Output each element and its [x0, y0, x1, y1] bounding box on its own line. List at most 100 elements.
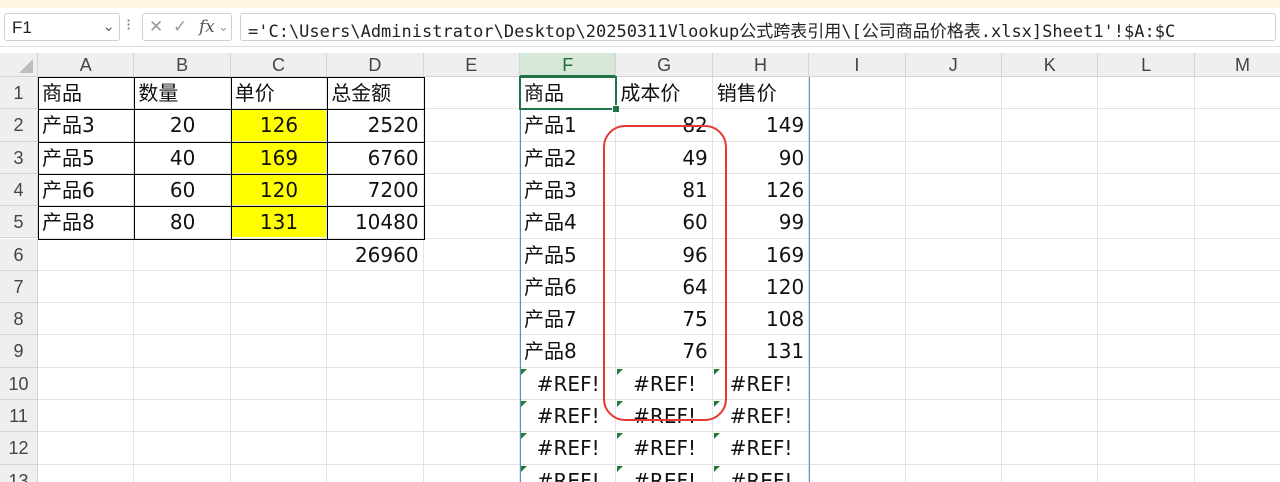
- cell-f4[interactable]: 产品3: [520, 174, 616, 206]
- error-indicator-icon: [521, 465, 527, 472]
- column-header-j[interactable]: J: [905, 53, 1002, 77]
- cell-h12[interactable]: #REF!: [713, 432, 809, 464]
- cell-f6[interactable]: 产品5: [520, 239, 616, 271]
- cell-d1[interactable]: 总金额: [327, 77, 423, 109]
- cell-g9[interactable]: 76: [616, 335, 712, 367]
- column-header-a[interactable]: A: [38, 53, 135, 77]
- cell-c3[interactable]: 169: [231, 142, 327, 174]
- cell-h9[interactable]: 131: [713, 335, 809, 367]
- cell-f1[interactable]: 商品: [520, 77, 616, 109]
- row-header-2[interactable]: 2: [0, 109, 38, 142]
- cell-f7[interactable]: 产品6: [520, 271, 616, 303]
- cell-h1[interactable]: 销售价: [713, 77, 809, 109]
- more-options-icon[interactable]: ⁝: [126, 15, 131, 34]
- row-header-1[interactable]: 1: [0, 77, 38, 110]
- row-header-8[interactable]: 8: [0, 303, 38, 336]
- cell-f12[interactable]: #REF!: [520, 432, 616, 464]
- cell-f11[interactable]: #REF!: [520, 400, 616, 432]
- cell-g12[interactable]: #REF!: [616, 432, 712, 464]
- cell-g11[interactable]: #REF!: [616, 400, 712, 432]
- cell-a2[interactable]: 产品3: [38, 109, 134, 141]
- cell-d4[interactable]: 7200: [327, 174, 423, 206]
- cell-c5[interactable]: 131: [231, 206, 327, 238]
- cell-a5[interactable]: 产品8: [38, 206, 134, 238]
- cell-g3[interactable]: 49: [616, 142, 712, 174]
- cell-b4[interactable]: 60: [134, 174, 230, 206]
- cell-h6[interactable]: 169: [713, 239, 809, 271]
- cell-h2[interactable]: 149: [713, 109, 809, 141]
- row-header-6[interactable]: 6: [0, 238, 38, 271]
- formula-input[interactable]: ='C:\Users\Administrator\Desktop\2025031…: [240, 13, 1276, 41]
- row-header-11[interactable]: 11: [0, 400, 38, 433]
- table-border: [230, 77, 232, 239]
- insert-function-icon[interactable]: fx: [199, 17, 215, 37]
- cell-h5[interactable]: 99: [713, 206, 809, 238]
- row-header-5[interactable]: 5: [0, 206, 38, 239]
- cell-g5[interactable]: 60: [616, 206, 712, 238]
- cell-f3[interactable]: 产品2: [520, 142, 616, 174]
- cell-d6[interactable]: 26960: [327, 239, 423, 271]
- cell-g7[interactable]: 64: [616, 271, 712, 303]
- cell-g10[interactable]: #REF!: [616, 368, 712, 400]
- cell-g4[interactable]: 81: [616, 174, 712, 206]
- cell-h7[interactable]: 120: [713, 271, 809, 303]
- fill-handle[interactable]: [612, 105, 621, 114]
- cell-c2[interactable]: 126: [231, 109, 327, 141]
- row-header-9[interactable]: 9: [0, 335, 38, 368]
- column-header-m[interactable]: M: [1194, 53, 1280, 77]
- cell-f9[interactable]: 产品8: [520, 335, 616, 367]
- cell-h8[interactable]: 108: [713, 303, 809, 335]
- cell-f2[interactable]: 产品1: [520, 109, 616, 141]
- cell-h11[interactable]: #REF!: [713, 400, 809, 432]
- cell-c1[interactable]: 单价: [231, 77, 327, 109]
- cell-h10[interactable]: #REF!: [713, 368, 809, 400]
- column-header-g[interactable]: G: [616, 53, 713, 77]
- chevron-down-icon[interactable]: ⌄: [102, 17, 115, 35]
- cell-c4[interactable]: 120: [231, 174, 327, 206]
- cell-f5[interactable]: 产品4: [520, 206, 616, 238]
- row-header-7[interactable]: 7: [0, 270, 38, 304]
- cell-g13[interactable]: #REF!: [616, 465, 712, 482]
- column-header-e[interactable]: E: [423, 53, 520, 77]
- column-header-l[interactable]: L: [1098, 53, 1195, 77]
- chevron-down-icon[interactable]: ⌄: [218, 20, 229, 35]
- cell-h13[interactable]: #REF!: [713, 465, 809, 482]
- row-header-4[interactable]: 4: [0, 173, 38, 207]
- spreadsheet-grid[interactable]: A B C D E F G H I J K L M 1 2 3 4 5 6 7 8 9 10 11 12 13 商品 数量 单价 总金额产…: [0, 53, 1280, 482]
- cell-b3[interactable]: 40: [134, 142, 230, 174]
- column-header-k[interactable]: K: [1002, 53, 1099, 77]
- column-header-d[interactable]: D: [327, 53, 424, 77]
- cell-g8[interactable]: 75: [616, 303, 712, 335]
- cell-d2[interactable]: 2520: [327, 109, 423, 141]
- column-header-c[interactable]: C: [230, 53, 328, 77]
- column-header-h[interactable]: H: [712, 53, 810, 77]
- cell-a1[interactable]: 商品: [38, 77, 134, 109]
- cell-h3[interactable]: 90: [713, 142, 809, 174]
- cell-f13[interactable]: #REF!: [520, 465, 616, 482]
- cell-d5[interactable]: 10480: [327, 206, 423, 238]
- cell-b2[interactable]: 20: [134, 109, 230, 141]
- row-header-13[interactable]: 13: [0, 464, 38, 482]
- name-box[interactable]: F1 ⌄: [4, 13, 120, 41]
- row-header-12[interactable]: 12: [0, 432, 38, 465]
- column-header-b[interactable]: B: [134, 53, 231, 77]
- row-header-3[interactable]: 3: [0, 141, 38, 174]
- cell-g2[interactable]: 82: [616, 109, 712, 141]
- cancel-icon[interactable]: ✕: [149, 17, 163, 37]
- cell-a4[interactable]: 产品6: [38, 174, 134, 206]
- cell-f8[interactable]: 产品7: [520, 303, 616, 335]
- select-all-corner[interactable]: [0, 53, 38, 77]
- row-header-10[interactable]: 10: [0, 367, 38, 400]
- cell-g1[interactable]: 成本价: [616, 77, 712, 109]
- reference-outline: [809, 77, 811, 482]
- cell-d3[interactable]: 6760: [327, 142, 423, 174]
- cell-a3[interactable]: 产品5: [38, 142, 134, 174]
- cell-b1[interactable]: 数量: [134, 77, 230, 109]
- cell-b5[interactable]: 80: [134, 206, 230, 238]
- column-header-f[interactable]: F: [520, 53, 617, 77]
- column-header-i[interactable]: I: [809, 53, 906, 77]
- cell-g6[interactable]: 96: [616, 239, 712, 271]
- enter-icon[interactable]: ✓: [173, 17, 187, 37]
- cell-f10[interactable]: #REF!: [520, 368, 616, 400]
- cell-h4[interactable]: 126: [713, 174, 809, 206]
